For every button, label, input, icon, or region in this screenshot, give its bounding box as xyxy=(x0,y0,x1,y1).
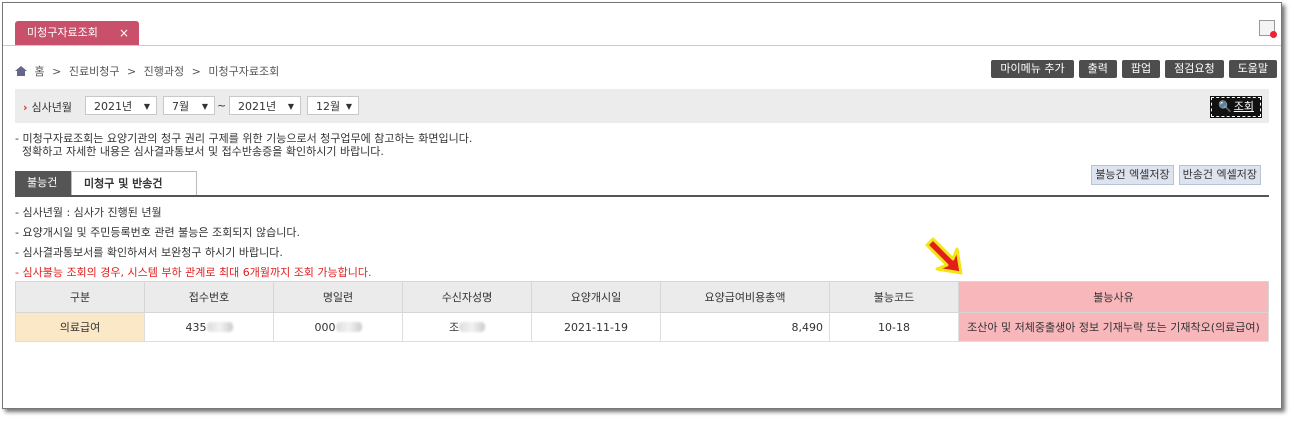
add-mymenu-button[interactable]: 마이메뉴 추가 xyxy=(991,60,1074,78)
cell-kind: 의료급여 xyxy=(15,312,145,342)
home-icon[interactable] xyxy=(15,66,27,76)
review-month-label: › 심사년월 xyxy=(23,99,72,115)
top-button-group: 마이메뉴 추가 출력 팝업 점검요청 도움말 xyxy=(991,60,1277,78)
info-bullets: - 심사년월 : 심사가 진행된 년월 - 요양개시일 및 주민등록번호 관련 … xyxy=(15,203,372,283)
cell-reject-code: 10-18 xyxy=(829,312,959,342)
chevron-right-icon: › xyxy=(23,101,28,114)
rejection-table: 구분 접수번호 명일련 수신자성명 요양개시일 요양급여비용총액 불능코드 불능… xyxy=(15,281,1269,342)
close-icon[interactable]: × xyxy=(119,21,129,45)
annotation-arrow-icon xyxy=(925,237,963,275)
cell-serial: 000 xyxy=(273,312,403,342)
from-month-select[interactable]: 7월 ▼ xyxy=(163,96,215,115)
from-year-value: 2021년 xyxy=(94,100,133,113)
bullet-item: - 심사년월 : 심사가 진행된 년월 xyxy=(15,206,162,219)
caret-down-icon: ▼ xyxy=(287,102,294,111)
breadcrumb-sep: > xyxy=(126,65,137,78)
cell-recipient: 조 xyxy=(402,312,532,342)
table-row[interactable]: 의료급여 435 000 조 2021-11-19 8,490 10-18 조산… xyxy=(15,312,1269,342)
cell-total-amount: 8,490 xyxy=(660,312,830,342)
col-kind[interactable]: 구분 xyxy=(15,281,145,313)
excel-button-group: 불능건 엑셀저장 반송건 엑셀저장 xyxy=(1091,165,1261,185)
inspection-request-button[interactable]: 점검요청 xyxy=(1165,60,1224,78)
notice-line-1: - 미청구자료조회는 요양기관의 청구 권리 구제를 위한 기능으로서 청구업무… xyxy=(15,132,473,145)
breadcrumb-claims[interactable]: 진료비청구 xyxy=(69,65,120,78)
notice-line-2: 정확하고 자세한 내용은 심사결과통보서 및 접수반송증을 확인하시기 바랍니다… xyxy=(15,145,384,158)
bullet-item: - 심사결과통보서를 확인하셔서 보완청구 하시기 바랍니다. xyxy=(15,246,283,259)
cell-reject-reason: 조산아 및 저체중출생아 정보 기재누락 또는 기재착오(의료급여) xyxy=(958,312,1269,342)
cell-start-date: 2021-11-19 xyxy=(531,312,661,342)
window-settings-icon[interactable] xyxy=(1259,20,1277,38)
app-window: 미청구자료조회 × 홈 > 진료비청구 > 진행과정 > 미청구자료조회 마이메… xyxy=(2,2,1282,409)
cell-receipt-no: 435 xyxy=(144,312,274,342)
breadcrumb-home[interactable]: 홈 xyxy=(35,65,45,78)
returned-excel-button[interactable]: 반송건 엑셀저장 xyxy=(1178,165,1261,185)
col-recipient[interactable]: 수신자성명 xyxy=(402,281,532,313)
breadcrumb: 홈 > 진료비청구 > 진행과정 > 미청구자료조회 xyxy=(15,63,283,79)
to-year-value: 2021년 xyxy=(238,100,277,113)
redacted-mask xyxy=(335,321,362,332)
caret-down-icon: ▼ xyxy=(201,102,208,111)
table-header-row: 구분 접수번호 명일련 수신자성명 요양개시일 요양급여비용총액 불능코드 불능… xyxy=(15,281,1269,313)
review-month-text: 심사년월 xyxy=(31,101,73,114)
breadcrumb-sep: > xyxy=(52,65,62,78)
col-receipt-no[interactable]: 접수번호 xyxy=(144,281,274,313)
redacted-mask xyxy=(459,322,486,332)
to-month-value: 12월 xyxy=(316,100,341,113)
col-reject-reason[interactable]: 불능사유 xyxy=(958,281,1269,313)
tab-rejected[interactable]: 불능건 xyxy=(15,171,71,195)
sub-tab-bar: 불능건 미청구 및 반송건 xyxy=(15,171,1269,197)
breadcrumb-sep: > xyxy=(191,65,201,78)
receipt-no-value: 435 xyxy=(185,320,207,334)
notice-text: - 미청구자료조회는 요양기관의 청구 권리 구제를 위한 기능으로서 청구업무… xyxy=(15,132,472,158)
search-icon: 🔍 xyxy=(1218,100,1232,113)
tab-unclaimed-data[interactable]: 미청구자료조회 × xyxy=(15,21,139,45)
print-button[interactable]: 출력 xyxy=(1078,60,1117,78)
breadcrumb-progress[interactable]: 진행과정 xyxy=(144,65,184,78)
tab-label: 미청구자료조회 xyxy=(27,26,98,39)
popup-button[interactable]: 팝업 xyxy=(1121,60,1161,78)
tab-unclaimed-returned[interactable]: 미청구 및 반송건 xyxy=(71,171,197,195)
recipient-value: 조 xyxy=(448,321,460,334)
col-serial[interactable]: 명일련 xyxy=(273,281,403,313)
from-year-select[interactable]: 2021년 ▼ xyxy=(85,96,157,115)
range-tilde: ~ xyxy=(217,99,227,112)
help-button[interactable]: 도움말 xyxy=(1228,60,1277,78)
bullet-item: - 요양개시일 및 주민등록번호 관련 불능은 조회되지 않습니다. xyxy=(15,226,300,239)
from-month-value: 7월 xyxy=(172,100,190,113)
bullet-warning: - 심사불능 조회의 경우, 시스템 부하 관계로 최대 6개월까지 조회 가능… xyxy=(15,266,372,279)
col-start-date[interactable]: 요양개시일 xyxy=(531,281,661,313)
search-bar: › 심사년월 2021년 ▼ 7월 ▼ ~ 2021년 ▼ 12월 ▼ 🔍 조회 xyxy=(15,89,1269,123)
redacted-mask xyxy=(206,321,233,332)
caret-down-icon: ▼ xyxy=(345,102,352,111)
rejected-excel-button[interactable]: 불능건 엑셀저장 xyxy=(1091,165,1174,185)
to-year-select[interactable]: 2021년 ▼ xyxy=(229,96,301,115)
serial-value: 000 xyxy=(314,320,336,334)
col-total-amount[interactable]: 요양급여비용총액 xyxy=(660,281,830,313)
query-button[interactable]: 🔍 조회 xyxy=(1210,96,1262,118)
tab-strip: 미청구자료조회 × xyxy=(3,3,1281,46)
query-label: 조회 xyxy=(1233,100,1254,113)
breadcrumb-current: 미청구자료조회 xyxy=(208,65,280,78)
col-reject-code[interactable]: 불능코드 xyxy=(829,281,959,313)
to-month-select[interactable]: 12월 ▼ xyxy=(307,96,359,115)
caret-down-icon: ▼ xyxy=(143,102,150,111)
